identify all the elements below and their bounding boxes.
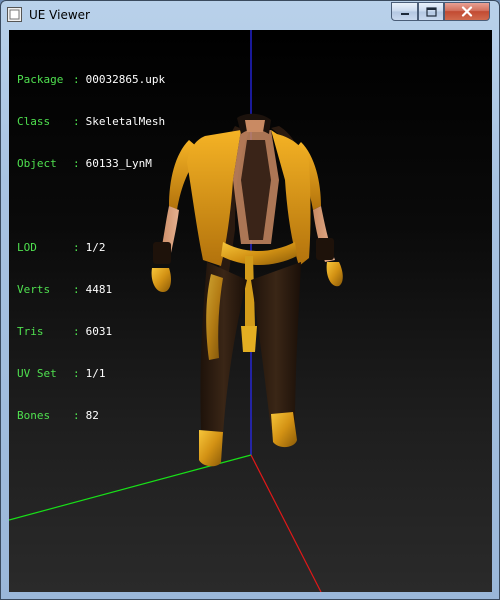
maximize-icon bbox=[425, 6, 437, 17]
tris-label: Tris bbox=[17, 325, 44, 338]
close-icon bbox=[461, 6, 473, 17]
mesh-info-overlay: Package:00032865.upk Class: SkeletalMesh … bbox=[17, 73, 166, 422]
maximize-button[interactable] bbox=[418, 2, 444, 21]
class-label: Class bbox=[17, 115, 51, 128]
minimize-button[interactable] bbox=[391, 2, 418, 21]
app-icon bbox=[7, 7, 22, 22]
minimize-icon bbox=[400, 12, 409, 15]
3d-viewport[interactable]: Package:00032865.upk Class: SkeletalMesh … bbox=[9, 30, 492, 592]
uvset-label: UV Set bbox=[17, 367, 57, 380]
axis-x-line bbox=[250, 454, 322, 592]
close-button[interactable] bbox=[444, 2, 490, 21]
skeletal-mesh bbox=[151, 113, 343, 467]
object-value: 60133_LynM bbox=[85, 157, 152, 170]
package-label: Package bbox=[17, 73, 64, 86]
bones-label: Bones bbox=[17, 409, 51, 422]
package-value: 00032865.upk bbox=[85, 73, 166, 86]
tris-value: 6031 bbox=[85, 325, 113, 338]
app-window: UE Viewer Package: 00032865.upk Class:… bbox=[0, 0, 500, 600]
lod-value: 1/2 bbox=[85, 241, 106, 254]
window-title: UE Viewer bbox=[29, 8, 90, 22]
verts-value: 4481 bbox=[85, 283, 113, 296]
verts-label: Verts bbox=[17, 283, 51, 296]
lod-label: LOD bbox=[17, 241, 37, 254]
uvset-value: 1/1 bbox=[85, 367, 106, 380]
bones-value: 82 bbox=[85, 409, 99, 422]
class-value: SkeletalMesh bbox=[85, 115, 166, 128]
object-label: Object bbox=[17, 157, 57, 170]
title-bar[interactable]: UE Viewer bbox=[1, 1, 499, 30]
